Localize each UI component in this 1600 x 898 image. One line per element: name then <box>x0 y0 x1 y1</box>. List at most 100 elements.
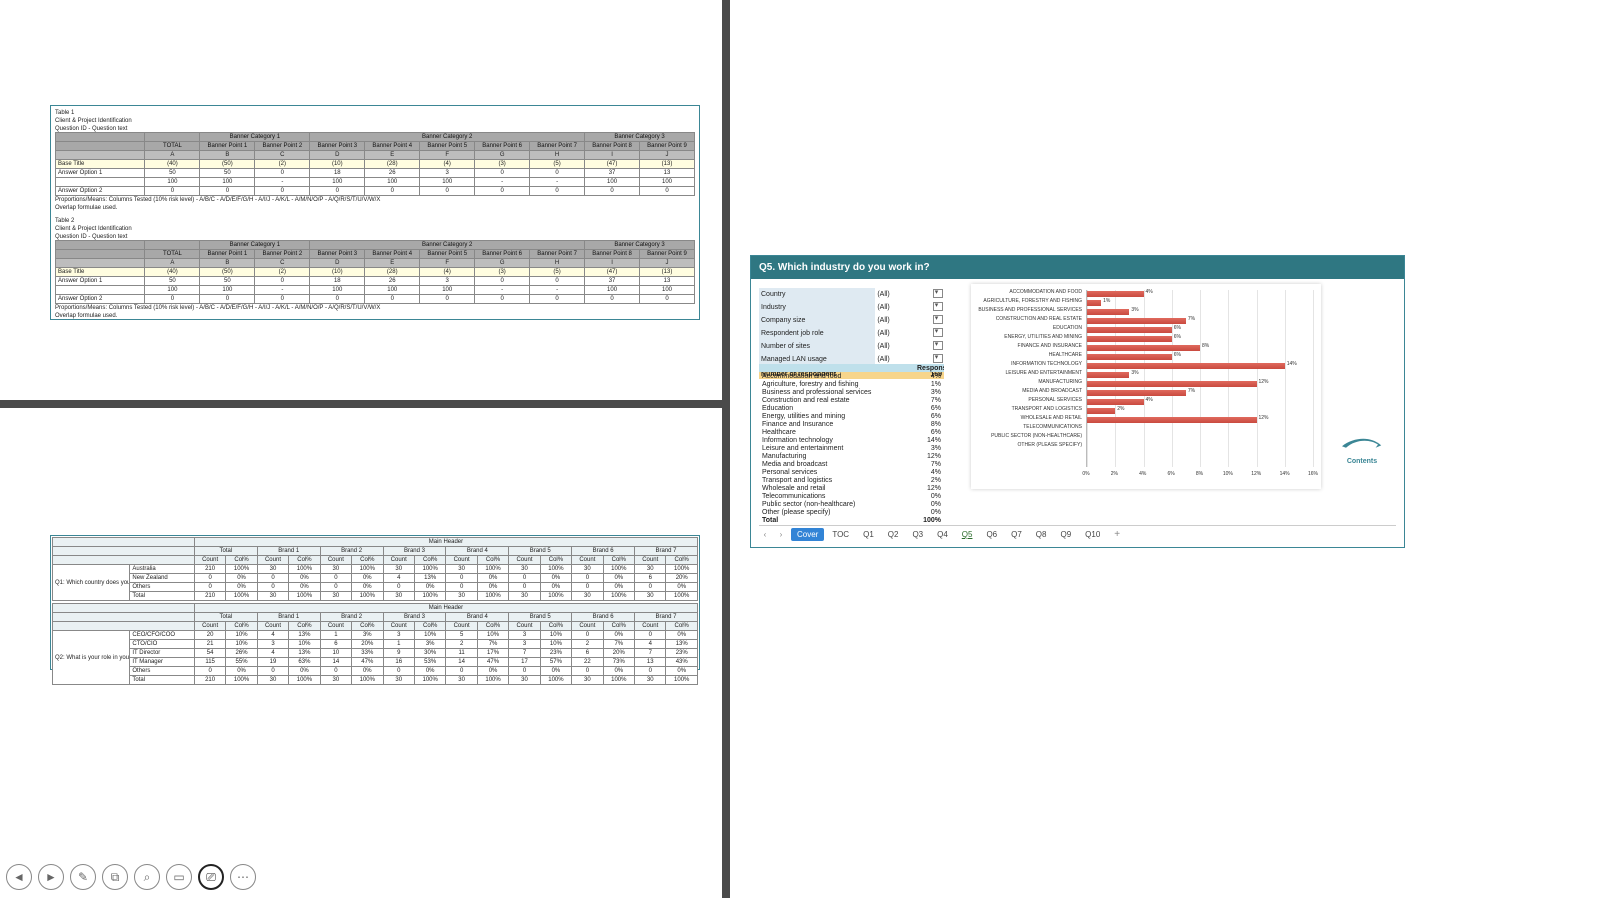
vertical-divider <box>722 0 730 898</box>
cell: 63% <box>289 658 320 667</box>
sheet-tab-q9[interactable]: Q9 <box>1054 528 1077 541</box>
cell: 0% <box>414 667 445 676</box>
cell: 0 <box>475 277 530 286</box>
dropdown-icon[interactable] <box>933 328 943 337</box>
row-label: IT Director <box>130 649 195 658</box>
cell: 30 <box>257 565 288 574</box>
sheet-tab-toc[interactable]: TOC <box>826 528 855 541</box>
cell: 100% <box>289 565 320 574</box>
cell: 21 <box>194 640 225 649</box>
row-label: Base Title <box>56 268 145 277</box>
cell: 100% <box>289 592 320 601</box>
cell: 30 <box>635 676 666 685</box>
cell: 100% <box>603 676 634 685</box>
response-label: Manufacturing <box>759 452 914 460</box>
row-label: Others <box>130 583 195 592</box>
cell: 10% <box>289 640 320 649</box>
cell: 14 <box>446 658 477 667</box>
cell: 0 <box>446 583 477 592</box>
pencil-button[interactable]: ✎ <box>70 864 96 890</box>
sheet-tab-q2[interactable]: Q2 <box>882 528 905 541</box>
response-value: 6% <box>914 404 944 412</box>
cell: 0 <box>530 277 585 286</box>
filter-name: Industry <box>759 301 875 314</box>
cell: 0 <box>635 631 666 640</box>
cell: (10) <box>310 268 365 277</box>
cell: 26 <box>365 169 420 178</box>
cell: 0% <box>477 583 508 592</box>
cell: 0 <box>640 295 695 304</box>
table-footer: Proportions/Means: Columns Tested (10% r… <box>55 304 695 312</box>
tab-prev[interactable]: ‹ <box>759 529 771 541</box>
cell: - <box>530 178 585 187</box>
sheet-tab-q1[interactable]: Q1 <box>857 528 880 541</box>
forward-button[interactable]: ► <box>38 864 64 890</box>
cell: 30 <box>446 676 477 685</box>
cell: 0 <box>365 295 420 304</box>
chart-bar: WHOLESALE AND RETAIL12% <box>1087 416 1313 424</box>
cell: 9 <box>383 649 414 658</box>
dropdown-icon[interactable] <box>933 302 943 311</box>
dropdown-icon[interactable] <box>933 341 943 350</box>
cell: 100% <box>352 676 383 685</box>
cell: 0% <box>414 583 445 592</box>
dropdown-icon[interactable] <box>933 315 943 324</box>
cell: 0 <box>572 583 603 592</box>
cell: 0 <box>475 295 530 304</box>
cell: 6 <box>572 649 603 658</box>
sheet-tab-q10[interactable]: Q10 <box>1079 528 1106 541</box>
q5-dashboard-panel: Q5. Which industry do you work in? Count… <box>750 255 1405 548</box>
row-label: IT Manager <box>130 658 195 667</box>
cell: 4 <box>257 631 288 640</box>
sheet-tab-q4[interactable]: Q4 <box>931 528 954 541</box>
cell: 0% <box>226 574 257 583</box>
sheet-tab-cover[interactable]: Cover <box>791 528 824 541</box>
cell: 0% <box>289 574 320 583</box>
cell: 20% <box>666 574 698 583</box>
sheet-tab-q7[interactable]: Q7 <box>1005 528 1028 541</box>
cell: 100% <box>226 565 257 574</box>
back-button[interactable]: ◄ <box>6 864 32 890</box>
dropdown-icon[interactable] <box>933 289 943 298</box>
sheet-tab-q5[interactable]: Q5 <box>956 528 979 541</box>
cell: 0% <box>289 583 320 592</box>
cell: 100% <box>666 592 698 601</box>
cell: 0 <box>635 583 666 592</box>
video-button[interactable]: ⎚ <box>198 864 224 890</box>
cell: 0 <box>383 583 414 592</box>
row-label: Australia <box>130 565 195 574</box>
cell: (10) <box>310 160 365 169</box>
sheet-tab-q6[interactable]: Q6 <box>980 528 1003 541</box>
cell: 3% <box>414 640 445 649</box>
contents-link[interactable]: Contents <box>1332 434 1392 465</box>
sheet-tab-q3[interactable]: Q3 <box>906 528 929 541</box>
tab-add[interactable]: + <box>1110 529 1124 540</box>
cell: 1 <box>320 631 351 640</box>
cell: (47) <box>585 268 640 277</box>
tab-next[interactable]: › <box>775 529 787 541</box>
screen-button[interactable]: ▭ <box>166 864 192 890</box>
response-label: Media and broadcast <box>759 460 914 468</box>
cell: - <box>530 286 585 295</box>
cell: 0 <box>509 574 540 583</box>
cell: (5) <box>530 160 585 169</box>
dropdown-icon[interactable] <box>933 354 943 363</box>
cell: 4 <box>257 649 288 658</box>
zoom-button[interactable]: ⌕ <box>134 864 160 890</box>
cell: 100% <box>477 592 508 601</box>
chart-bar: AGRICULTURE, FORESTRY AND FISHING1% <box>1087 299 1313 307</box>
cell: 5 <box>446 631 477 640</box>
cell: 16 <box>383 658 414 667</box>
cell: 30 <box>320 565 351 574</box>
more-button[interactable]: ⋯ <box>230 864 256 890</box>
response-value: 7% <box>914 396 944 404</box>
cell: 30 <box>257 676 288 685</box>
sheet-tab-q8[interactable]: Q8 <box>1030 528 1053 541</box>
cell: 0 <box>530 169 585 178</box>
cell: 30 <box>446 565 477 574</box>
cell: 26 <box>365 277 420 286</box>
layers-button[interactable]: ⧉ <box>102 864 128 890</box>
cell: 30 <box>509 676 540 685</box>
table-number: Table 2 <box>55 216 695 224</box>
responses-block: ResponsesAccommodation and food4%Agricul… <box>759 364 944 524</box>
